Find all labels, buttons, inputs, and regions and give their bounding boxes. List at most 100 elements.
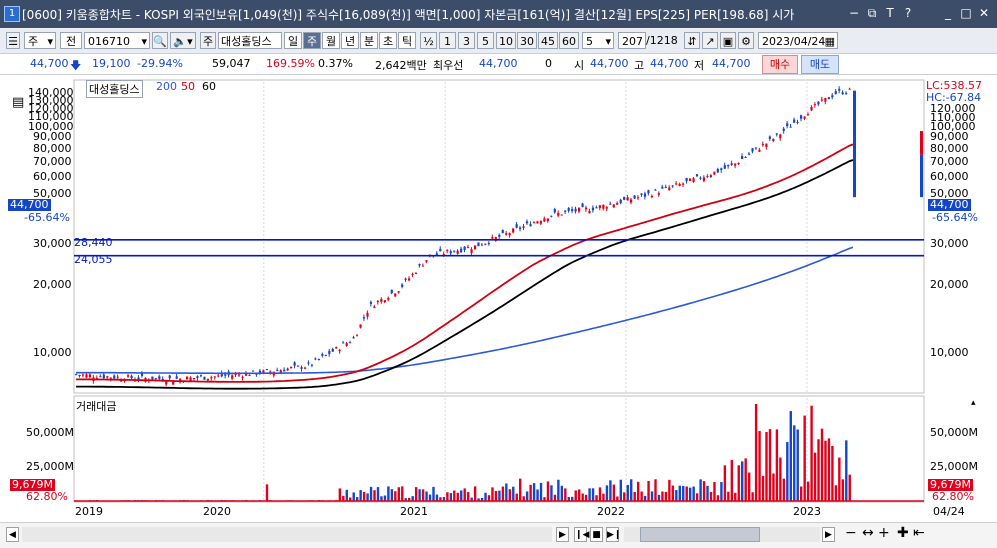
candle-body — [481, 245, 483, 246]
candle-body — [529, 224, 531, 226]
volume-bar — [411, 496, 413, 501]
candle-body — [744, 157, 746, 158]
candle-body — [311, 365, 313, 366]
y-left-70000: 70,000 — [33, 155, 72, 168]
volume-bar — [380, 496, 382, 501]
candle-body — [321, 354, 323, 356]
candle-body — [658, 193, 660, 195]
volume-bar — [658, 495, 660, 501]
zoom-in-icon[interactable]: + — [878, 525, 890, 541]
volume-bar — [710, 492, 712, 501]
candle-body — [786, 123, 788, 126]
volume-bar — [637, 482, 639, 501]
volume-bar — [602, 494, 604, 501]
volume-bar — [727, 492, 729, 501]
candle-body — [779, 135, 781, 139]
candle-body — [640, 193, 642, 194]
candle-body — [186, 377, 188, 380]
volume-bar — [488, 495, 490, 501]
volume-bar — [519, 479, 521, 501]
candle-body — [686, 178, 688, 181]
candle-body — [318, 359, 320, 360]
volume-bar — [401, 486, 403, 501]
volume-bar — [391, 489, 393, 501]
scroll-thumb[interactable] — [640, 527, 760, 542]
candle-body — [346, 343, 348, 346]
volume-bar — [633, 492, 635, 501]
candle-body — [800, 115, 802, 118]
volume-bar — [606, 485, 608, 501]
candle-body — [519, 227, 521, 229]
candle-body — [536, 221, 538, 223]
chart-scrollbar[interactable]: ◀ ▶ ❙◀ ■ ▶❙ ▶ − ↔ + ✚ ⇤ — [0, 522, 997, 548]
scroll-left-icon[interactable]: ◀ — [6, 527, 19, 542]
candle-body — [127, 375, 129, 376]
candle-body — [713, 172, 715, 175]
step-back-icon[interactable]: ❙◀ — [574, 527, 587, 542]
chart-canvas[interactable] — [0, 0, 997, 547]
volume-bar — [484, 493, 486, 501]
x-label-2023: 2023 — [793, 505, 821, 518]
volume-bar — [502, 487, 504, 501]
volume-bar — [588, 488, 590, 501]
candle-body — [231, 375, 233, 378]
candle-body — [568, 208, 570, 211]
candle-body — [824, 98, 826, 102]
volume-bar — [415, 487, 417, 501]
volume-bar — [464, 488, 466, 501]
zoom-out-icon[interactable]: − — [845, 525, 857, 541]
volume-bar — [748, 473, 750, 501]
volume-bar — [686, 486, 688, 501]
scroll-right-icon[interactable]: ▶ — [556, 527, 569, 542]
legend-stock-name[interactable]: 대성홀딩스 — [86, 80, 143, 98]
volume-bar — [398, 487, 400, 501]
volume-bar — [509, 489, 511, 501]
candle-body — [353, 337, 355, 338]
volume-bar — [724, 465, 726, 501]
candle-body — [647, 190, 649, 193]
y-left-60000: 60,000 — [33, 170, 72, 183]
candle-body — [505, 233, 507, 235]
candle-body — [439, 249, 441, 251]
candle-body — [411, 274, 413, 275]
current-pct-right: -65.64% — [932, 211, 978, 224]
candle-body — [450, 251, 452, 253]
volume-bar — [491, 487, 493, 501]
volume-bar — [346, 490, 348, 501]
candle-body — [613, 204, 615, 207]
candle-body — [248, 375, 250, 376]
volume-bar — [644, 496, 646, 501]
volume-bar — [599, 487, 601, 501]
candle-body — [196, 376, 198, 378]
volume-bar — [495, 491, 497, 501]
volume-bar — [564, 488, 566, 501]
current-price-flag-right: 44,700 — [928, 199, 971, 211]
stop-icon[interactable]: ■ — [590, 527, 603, 542]
candle-body — [817, 102, 819, 105]
candle-body — [398, 291, 400, 292]
panel-menu-icon[interactable]: ▤ — [12, 95, 24, 110]
scroll-track[interactable] — [22, 527, 552, 542]
volume-bar — [738, 465, 740, 501]
zoom-full-icon[interactable]: ↔ — [862, 525, 874, 541]
candle-body — [644, 194, 646, 197]
right-edge-bar-blue — [920, 155, 923, 197]
y-right-20000: 20,000 — [930, 278, 969, 291]
volume-pct-left: 62.80% — [26, 490, 68, 503]
collapse-icon[interactable]: ⇤ — [913, 525, 925, 541]
volume-bar — [720, 482, 722, 501]
volume-bar — [585, 495, 587, 501]
play-icon[interactable]: ▶❙ — [606, 527, 619, 542]
legend-ma60: 60 — [202, 80, 216, 93]
volume-bar — [450, 493, 452, 501]
panel-collapse-icon[interactable]: ▴ — [971, 398, 976, 408]
candle-body — [595, 207, 597, 208]
volume-bar — [266, 484, 268, 501]
candle-body — [633, 195, 635, 198]
add-icon[interactable]: ✚ — [897, 525, 909, 541]
candle-body — [467, 247, 469, 248]
candle-body — [734, 164, 736, 166]
volume-bar — [790, 411, 792, 501]
scroll-end-icon[interactable]: ▶ — [822, 527, 835, 542]
volume-bar — [384, 495, 386, 501]
